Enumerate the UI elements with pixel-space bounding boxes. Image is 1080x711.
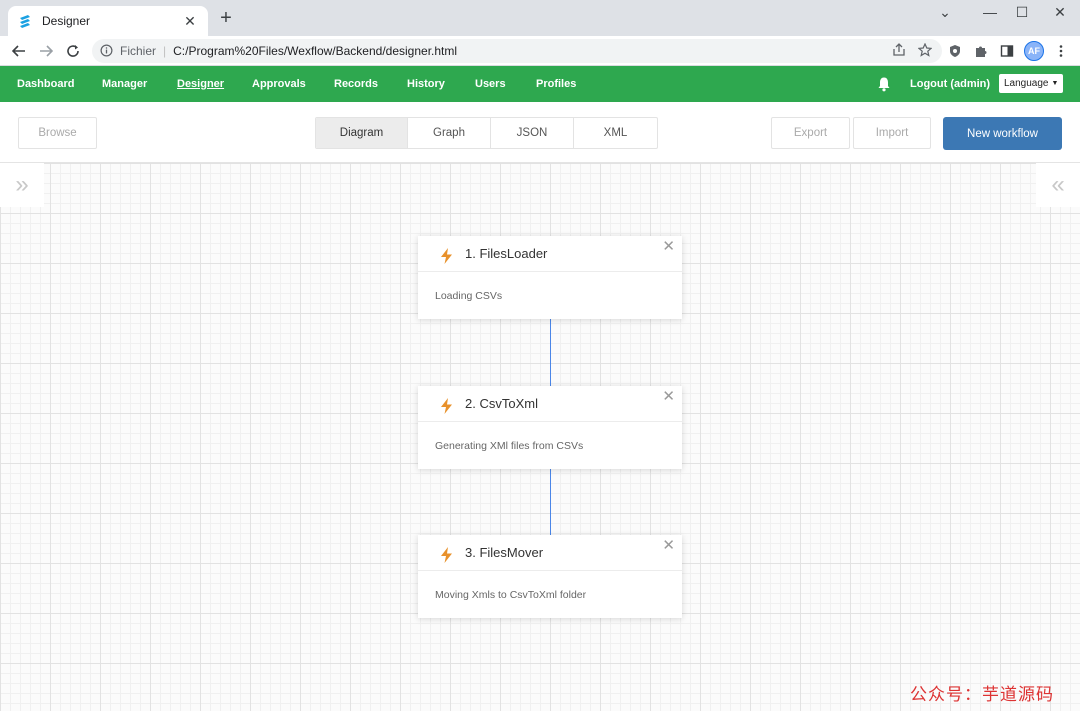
- profile-avatar[interactable]: AF: [1024, 41, 1044, 61]
- close-window-button[interactable]: ✕: [1045, 4, 1075, 24]
- url-field[interactable]: Fichier | C:/Program%20Files/Wexflow/Bac…: [92, 39, 942, 63]
- url-text: C:/Program%20Files/Wexflow/Backend/desig…: [173, 44, 458, 58]
- tab-json[interactable]: JSON: [491, 118, 574, 148]
- task-card[interactable]: 1. FilesLoader ✕ Loading CSVs: [418, 236, 682, 319]
- task-card[interactable]: 2. CsvToXml ✕ Generating XMl files from …: [418, 386, 682, 469]
- connector-line: [550, 469, 551, 537]
- tab-search-icon[interactable]: ⌄: [930, 4, 960, 24]
- bolt-icon: [441, 247, 452, 264]
- task-title: 3. FilesMover: [465, 545, 544, 560]
- expand-right-panel-icon[interactable]: «: [1036, 163, 1080, 207]
- caret-down-icon: ▼: [1051, 80, 1059, 87]
- reload-icon[interactable]: [62, 40, 84, 62]
- designer-toolbar: Browse Diagram Graph JSON XML Export Imp…: [0, 102, 1080, 163]
- bolt-icon: [441, 397, 452, 414]
- minimize-button[interactable]: —: [975, 4, 1005, 24]
- close-icon[interactable]: ✕: [662, 237, 675, 255]
- browser-tab[interactable]: Designer ✕: [8, 6, 208, 36]
- language-label: Language: [1004, 78, 1049, 89]
- task-description: Loading CSVs: [435, 289, 503, 302]
- url-separator: |: [163, 44, 167, 58]
- bookmark-star-icon[interactable]: [917, 42, 933, 60]
- browser-tabbar: Designer ✕ + ⌄ — ☐ ✕: [0, 0, 1080, 36]
- side-panel-icon[interactable]: [998, 42, 1016, 60]
- task-title: 1. FilesLoader: [465, 246, 548, 261]
- address-bar: Fichier | C:/Program%20Files/Wexflow/Bac…: [0, 36, 1080, 66]
- connector-line: [550, 319, 551, 387]
- nav-manager[interactable]: Manager: [102, 78, 147, 90]
- view-tabs: Diagram Graph JSON XML: [315, 117, 658, 149]
- nav-records[interactable]: Records: [334, 78, 378, 90]
- logout-link[interactable]: Logout (admin): [910, 78, 990, 90]
- back-arrow-icon[interactable]: [8, 40, 30, 62]
- watermark-text: 公众号：芋道源码: [910, 685, 1054, 705]
- tab-xml[interactable]: XML: [574, 118, 657, 148]
- nav-users[interactable]: Users: [475, 78, 506, 90]
- tab-diagram[interactable]: Diagram: [316, 118, 408, 148]
- shield-extension-icon[interactable]: [946, 42, 964, 60]
- new-tab-button[interactable]: +: [216, 8, 236, 29]
- share-icon[interactable]: [892, 43, 906, 60]
- nav-dashboard[interactable]: Dashboard: [17, 78, 74, 90]
- task-card-header: 2. CsvToXml ✕: [418, 386, 682, 422]
- export-button[interactable]: Export: [771, 117, 850, 149]
- puzzle-extensions-icon[interactable]: [972, 42, 990, 60]
- nav-approvals[interactable]: Approvals: [252, 78, 306, 90]
- new-workflow-button[interactable]: New workflow: [943, 117, 1062, 150]
- maximize-button[interactable]: ☐: [1007, 4, 1037, 24]
- tab-graph[interactable]: Graph: [408, 118, 491, 148]
- url-scheme: Fichier: [120, 44, 157, 58]
- tab-close-icon[interactable]: ✕: [182, 13, 198, 30]
- nav-profiles[interactable]: Profiles: [536, 78, 576, 90]
- bell-icon[interactable]: [876, 76, 892, 92]
- nav-designer[interactable]: Designer: [177, 78, 224, 90]
- language-dropdown[interactable]: Language ▼: [999, 74, 1063, 93]
- bolt-icon: [441, 546, 452, 563]
- task-card-header: 1. FilesLoader ✕: [418, 236, 682, 272]
- info-icon[interactable]: [100, 44, 114, 58]
- task-description: Generating XMl files from CSVs: [435, 439, 584, 452]
- browse-button[interactable]: Browse: [18, 117, 97, 149]
- tab-title: Designer: [42, 14, 91, 28]
- nav-history[interactable]: History: [407, 78, 445, 90]
- forward-arrow-icon[interactable]: [35, 40, 57, 62]
- kebab-menu-icon[interactable]: [1052, 42, 1070, 60]
- app-navbar: Dashboard Manager Designer Approvals Rec…: [0, 66, 1080, 102]
- close-icon[interactable]: ✕: [662, 387, 675, 405]
- import-button[interactable]: Import: [853, 117, 931, 149]
- task-description: Moving Xmls to CsvToXml folder: [435, 588, 587, 601]
- wexflow-logo-icon: [18, 14, 32, 28]
- close-icon[interactable]: ✕: [662, 536, 675, 554]
- task-card-header: 3. FilesMover ✕: [418, 535, 682, 571]
- task-title: 2. CsvToXml: [465, 396, 538, 411]
- task-card[interactable]: 3. FilesMover ✕ Moving Xmls to CsvToXml …: [418, 535, 682, 618]
- expand-left-panel-icon[interactable]: »: [0, 163, 44, 207]
